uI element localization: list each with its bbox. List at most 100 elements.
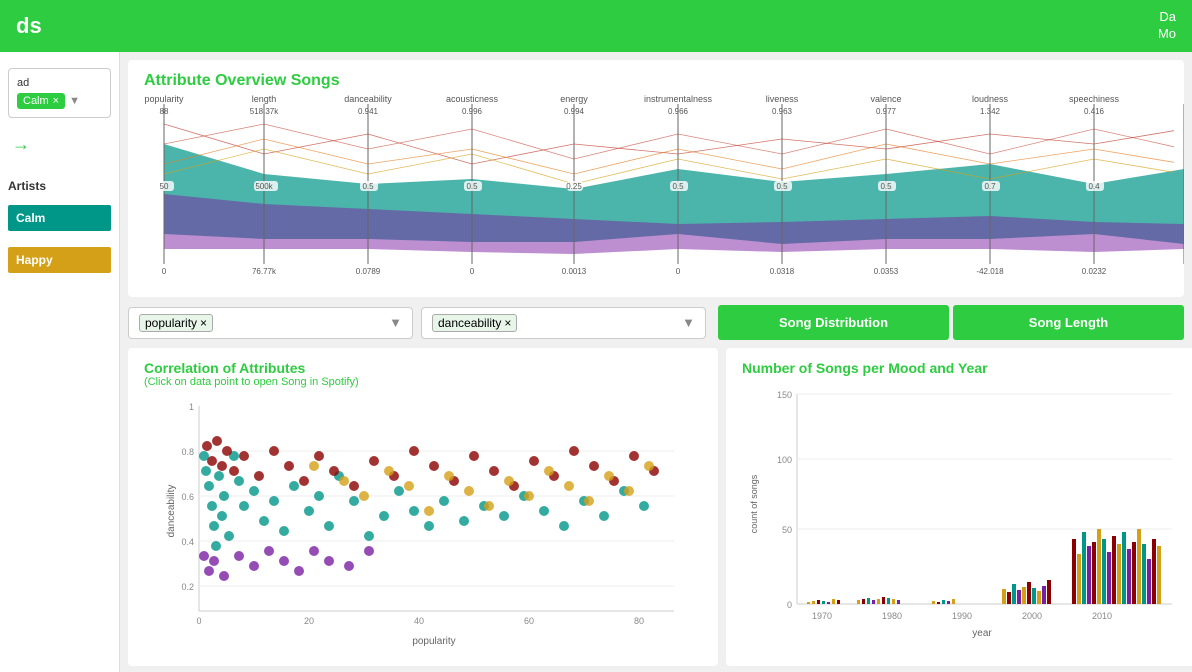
svg-text:1990: 1990 (952, 611, 972, 621)
main-layout: ad Calm × ▼ → Artists Calm Happy Attribu… (0, 52, 1192, 672)
svg-text:length: length (252, 94, 277, 104)
bottom-row: Correlation of Attributes (Click on data… (128, 348, 1184, 666)
svg-text:2000: 2000 (1022, 611, 1042, 621)
svg-text:0.994: 0.994 (564, 107, 585, 116)
svg-text:1970: 1970 (812, 611, 832, 621)
popularity-tag[interactable]: popularity × (139, 314, 213, 332)
svg-text:0: 0 (196, 616, 201, 626)
svg-text:0.6: 0.6 (181, 492, 194, 502)
calm-tag[interactable]: Calm × (17, 93, 65, 109)
dropdown1-arrow-icon[interactable]: ▼ (389, 315, 402, 330)
svg-text:1.342: 1.342 (980, 107, 1001, 116)
svg-text:100: 100 (777, 455, 792, 465)
top-bar: ds Da Mo (0, 0, 1192, 52)
svg-text:0.5: 0.5 (672, 182, 684, 191)
popularity-dropdown[interactable]: popularity × ▼ (128, 307, 413, 339)
svg-text:0.0013: 0.0013 (562, 267, 587, 276)
danceability-tag-close[interactable]: × (504, 316, 511, 330)
svg-text:0.4: 0.4 (181, 537, 194, 547)
svg-text:0.996: 0.996 (462, 107, 483, 116)
scatter-svg: 1 0.8 0.6 0.4 0.2 0 20 40 60 80 danceabi… (144, 396, 694, 646)
popularity-tag-label: popularity (145, 316, 197, 330)
filter-box[interactable]: ad Calm × ▼ (8, 68, 111, 118)
svg-text:danceability: danceability (166, 485, 177, 538)
song-length-tab[interactable]: Song Length (953, 305, 1184, 340)
svg-text:0.25: 0.25 (566, 182, 582, 191)
top-bar-right-line2: Mo (1158, 26, 1176, 43)
svg-text:energy: energy (560, 94, 588, 104)
scatter-subtitle: (Click on data point to open Song in Spo… (144, 376, 702, 388)
app-title: ds (16, 13, 42, 39)
calm-tag-close[interactable]: × (53, 95, 59, 107)
tab-buttons: Song Distribution Song Length (718, 305, 1184, 340)
svg-text:0.966: 0.966 (668, 107, 689, 116)
danceability-tag-label: danceability (438, 316, 501, 330)
scatter-container: Correlation of Attributes (Click on data… (128, 348, 718, 666)
danceability-dropdown[interactable]: danceability × ▼ (421, 307, 706, 339)
svg-text:0.8: 0.8 (181, 447, 194, 457)
svg-text:popularity: popularity (144, 94, 184, 104)
bar-chart-svg: 150 100 50 0 count of songs 1970 1980 19… (742, 384, 1182, 654)
danceability-tag[interactable]: danceability × (432, 314, 517, 332)
popularity-tag-close[interactable]: × (200, 316, 207, 330)
svg-text:popularity: popularity (412, 636, 455, 646)
svg-text:0.416: 0.416 (1084, 107, 1105, 116)
controls-row: popularity × ▼ danceability × ▼ Song Dis… (128, 305, 1184, 340)
top-bar-right: Da Mo (1158, 9, 1176, 43)
svg-text:0: 0 (162, 267, 167, 276)
parallel-chart-container: Attribute Overview Songs (128, 60, 1184, 297)
svg-text:0: 0 (676, 267, 681, 276)
calm-tag-label: Calm (23, 95, 49, 107)
svg-text:0.0353: 0.0353 (874, 267, 899, 276)
svg-text:2010: 2010 (1092, 611, 1112, 621)
navigate-arrow[interactable]: → (8, 130, 111, 159)
scatter-title: Correlation of Attributes (144, 360, 702, 376)
svg-text:valence: valence (870, 94, 901, 104)
svg-text:loudness: loudness (972, 94, 1009, 104)
svg-text:76.77k: 76.77k (252, 267, 277, 276)
song-distribution-tab[interactable]: Song Distribution (718, 305, 949, 340)
svg-text:0.5: 0.5 (466, 182, 478, 191)
svg-text:60: 60 (524, 616, 534, 626)
svg-text:50: 50 (160, 182, 169, 191)
svg-text:0.941: 0.941 (358, 107, 379, 116)
svg-text:0.5: 0.5 (880, 182, 892, 191)
svg-text:1: 1 (189, 402, 194, 412)
mood-happy[interactable]: Happy (8, 247, 111, 273)
svg-text:0.4: 0.4 (1088, 182, 1100, 191)
svg-text:0.2: 0.2 (181, 582, 194, 592)
artists-label: Artists (8, 179, 111, 193)
svg-text:speechiness: speechiness (1069, 94, 1120, 104)
svg-text:count of songs: count of songs (749, 474, 759, 533)
parallel-chart-svg: popularity length danceability acousticn… (144, 94, 1184, 289)
bar-chart-title: Number of Songs per Mood and Year (742, 360, 1182, 376)
svg-text:acousticness: acousticness (446, 94, 499, 104)
dropdown-arrow-icon[interactable]: ▼ (69, 95, 80, 107)
svg-text:0.963: 0.963 (772, 107, 793, 116)
svg-text:0.0318: 0.0318 (770, 267, 795, 276)
svg-text:0.977: 0.977 (876, 107, 897, 116)
svg-text:0: 0 (787, 600, 792, 610)
svg-text:1980: 1980 (882, 611, 902, 621)
svg-text:0.7: 0.7 (984, 182, 996, 191)
bar-chart-container: Number of Songs per Mood and Year 150 10… (726, 348, 1192, 666)
svg-text:0: 0 (470, 267, 475, 276)
parallel-chart-title: Attribute Overview Songs (144, 72, 1168, 90)
svg-text:518.37k: 518.37k (250, 107, 279, 116)
mood-calm[interactable]: Calm (8, 205, 111, 231)
svg-text:-42.018: -42.018 (976, 267, 1004, 276)
svg-text:year: year (972, 628, 992, 639)
dropdown2-arrow-icon[interactable]: ▼ (682, 315, 695, 330)
sidebar: ad Calm × ▼ → Artists Calm Happy (0, 52, 120, 672)
svg-text:0.5: 0.5 (776, 182, 788, 191)
svg-text:500k: 500k (255, 182, 273, 191)
right-panel: Number of Songs per Mood and Year 150 10… (726, 348, 1192, 666)
top-bar-right-line1: Da (1158, 9, 1176, 26)
svg-text:danceability: danceability (344, 94, 392, 104)
svg-text:0.0232: 0.0232 (1082, 267, 1107, 276)
svg-text:0.5: 0.5 (362, 182, 374, 191)
svg-text:instrumentalness: instrumentalness (644, 94, 713, 104)
svg-text:0.0789: 0.0789 (356, 267, 381, 276)
content-area: Attribute Overview Songs (120, 52, 1192, 672)
svg-text:80: 80 (634, 616, 644, 626)
